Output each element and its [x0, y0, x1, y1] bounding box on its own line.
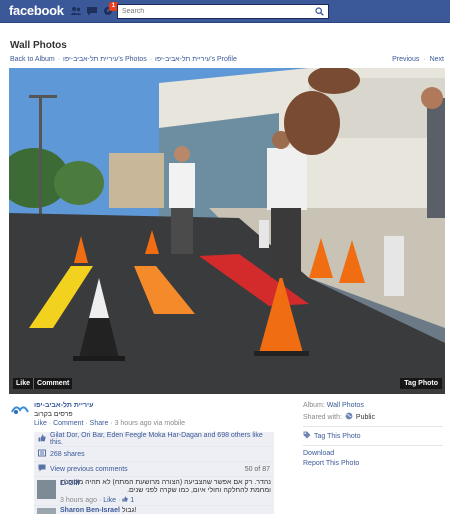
owner-photos-link[interactable]: עיריית תל-אביב-יפו's Photos	[63, 56, 147, 63]
sidebar-divider	[303, 445, 443, 446]
sidebar-divider	[303, 426, 443, 427]
facebook-logo[interactable]: facebook	[9, 3, 64, 18]
comments-icon	[38, 464, 46, 474]
comment-text: גבול!	[121, 507, 137, 514]
download-row: Download	[303, 450, 443, 460]
comment-body: נהדר. רק אם אפשר שהצביעה (הצורה מרושעת ה…	[60, 479, 271, 504]
pager: Previous · Next	[392, 56, 444, 63]
comment-count: 50 of 87	[244, 465, 270, 473]
search-box	[117, 4, 329, 19]
like-thumb-icon	[38, 434, 46, 444]
album-link[interactable]: Wall Photos	[327, 402, 364, 409]
breadcrumb: Back to Album · עיריית תל-אביב-יפו's Pho…	[10, 56, 237, 63]
view-previous-comments-link[interactable]: View previous comments	[50, 466, 128, 473]
search-input[interactable]	[118, 5, 308, 18]
tag-photo-button[interactable]: Tag Photo	[400, 378, 442, 389]
post-comment-link[interactable]: Comment	[53, 420, 83, 427]
photo-navigation: Back to Album · עיריית תל-אביב-יפו's Pho…	[10, 56, 444, 66]
report-row: Report This Photo	[303, 460, 443, 470]
post-timestamp: 3 hours ago via mobile	[114, 420, 186, 427]
comment-text: נהדר. רק אם אפשר שהצביעה (הצורה מרושעת ה…	[60, 479, 271, 494]
shares-row: 268 shares	[34, 447, 274, 462]
feedback-box: Gilat Dor, Ori Bar, Eden Feegle Moka Har…	[34, 432, 274, 514]
owner-profile-link[interactable]: עיריית תל-אביב-יפו's Profile	[155, 56, 237, 63]
comment-body: Sharon Ben-Israel גבול!	[60, 507, 271, 514]
previous-link[interactable]: Previous	[392, 56, 419, 63]
shares-count[interactable]: 268 shares	[50, 451, 85, 458]
shared-with-label: Shared with:	[303, 413, 342, 421]
commenter-avatar[interactable]	[37, 480, 56, 499]
comment-like-link[interactable]: Like	[103, 497, 116, 504]
comment-meta: Li Gill	[60, 480, 79, 487]
comment-item: נהדר. רק אם אפשר שהצביעה (הצורה מרושעת ה…	[34, 477, 274, 506]
page-avatar[interactable]	[10, 402, 30, 416]
photo-like-button[interactable]: Like	[13, 378, 34, 389]
download-link[interactable]: Download	[303, 450, 334, 457]
page-title: Wall Photos	[10, 40, 67, 51]
messages-icon[interactable]	[86, 6, 98, 16]
privacy-value[interactable]: Public	[356, 414, 375, 421]
view-previous-row: View previous comments 50 of 87	[34, 462, 274, 477]
notifications-icon[interactable]: 1	[102, 2, 118, 16]
breadcrumb-separator: ·	[57, 56, 61, 63]
tag-this-photo-link[interactable]: Tag This Photo	[314, 433, 361, 440]
commenter-name[interactable]: Li Gill	[60, 480, 79, 487]
comment-timestamp: 3 hours ago	[60, 497, 97, 504]
post-like-link[interactable]: Like	[34, 420, 47, 427]
pager-separator: ·	[423, 56, 426, 63]
likes-summary[interactable]: Gilat Dor, Ori Bar, Eden Feegle Moka Har…	[50, 432, 270, 446]
post-author[interactable]: עיריית תל-אביב-יפו	[34, 402, 93, 409]
album-row: Album: Wall Photos	[303, 402, 443, 412]
globe-icon	[345, 412, 353, 422]
notification-jewels: 1	[70, 2, 118, 16]
main-photo[interactable]: Like Comment Tag Photo	[9, 68, 445, 394]
share-icon	[38, 449, 46, 459]
album-label: Album:	[303, 402, 325, 409]
photo-comment-button[interactable]: Comment	[33, 378, 73, 389]
tag-icon	[303, 431, 311, 441]
commenter-avatar[interactable]	[37, 508, 56, 514]
photo-actions: Like Comment	[13, 378, 73, 389]
comment-like-count[interactable]: 1	[130, 497, 134, 504]
post-share-link[interactable]: Share	[90, 420, 109, 427]
breadcrumb-separator: ·	[149, 56, 153, 63]
commenter-name[interactable]: Sharon Ben-Israel	[60, 507, 120, 514]
privacy-row: Shared with: Public	[303, 412, 443, 422]
photo-sidebar: Album: Wall Photos Shared with: Public T…	[303, 402, 443, 470]
back-to-album-link[interactable]: Back to Album	[10, 56, 55, 63]
street-crosswalk-photo	[9, 68, 445, 394]
friend-requests-icon[interactable]	[70, 6, 82, 16]
likes-row: Gilat Dor, Ori Bar, Eden Feegle Moka Har…	[34, 432, 274, 447]
next-link[interactable]: Next	[430, 56, 444, 63]
tag-row: Tag This Photo	[303, 431, 443, 441]
comment-item: Sharon Ben-Israel גבול!	[34, 506, 274, 514]
report-photo-link[interactable]: Report This Photo	[303, 460, 359, 467]
search-icon[interactable]	[315, 7, 324, 18]
post-actions: Like · Comment · Share · 3 hours ago via…	[34, 420, 186, 427]
comment-footer: 3 hours ago · Like · 1	[60, 496, 135, 504]
post-caption: פרסים בקרוב	[34, 411, 73, 418]
top-bar: facebook 1	[0, 0, 450, 23]
